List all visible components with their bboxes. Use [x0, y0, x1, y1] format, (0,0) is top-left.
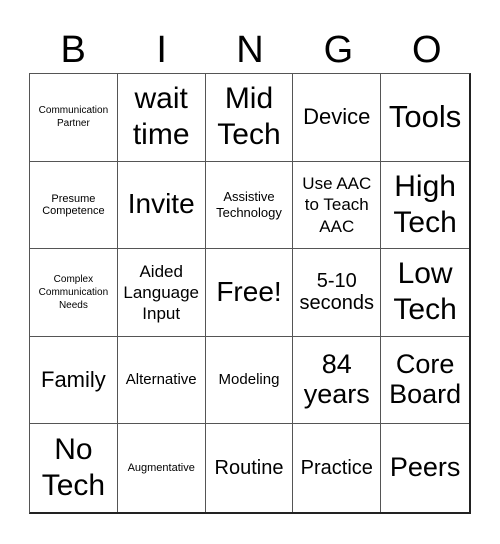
bingo-cell[interactable]: Complex Communication Needs: [30, 249, 118, 337]
bingo-cell[interactable]: Family: [30, 336, 118, 425]
bingo-cell[interactable]: 84 years: [293, 336, 382, 425]
bingo-cell[interactable]: Modeling: [205, 336, 294, 425]
bingo-cell[interactable]: Routine: [206, 424, 294, 512]
header-letter-n: N: [236, 29, 264, 71]
bingo-cell[interactable]: Communication Partner: [30, 74, 118, 162]
bingo-cell[interactable]: Practice: [293, 424, 382, 512]
bingo-cell[interactable]: wait time: [117, 74, 206, 162]
bingo-cell[interactable]: Use AAC to Teach AAC: [293, 161, 382, 250]
bingo-grid: Communication Partner wait time Mid Tech…: [29, 73, 471, 514]
header-letter-g: G: [323, 29, 354, 71]
bingo-cell[interactable]: Mid Tech: [205, 74, 294, 162]
bingo-cell[interactable]: Core Board: [381, 337, 469, 425]
free-space-cell[interactable]: Free!: [205, 249, 294, 337]
bingo-cell[interactable]: Peers: [381, 424, 469, 512]
bingo-cell[interactable]: Device: [293, 74, 382, 162]
header-letter-b: B: [60, 29, 86, 71]
bingo-cell[interactable]: Low Tech: [381, 249, 469, 337]
bingo-cell[interactable]: High Tech: [381, 162, 469, 250]
bingo-cell[interactable]: 5-10 seconds: [293, 249, 382, 337]
bingo-cell[interactable]: Alternative: [117, 336, 206, 425]
bingo-cell[interactable]: Tools: [381, 74, 469, 162]
bingo-header: B I N G O: [29, 28, 471, 72]
header-letter-i: I: [156, 29, 167, 71]
bingo-cell[interactable]: No Tech: [30, 424, 118, 512]
bingo-cell[interactable]: Augmentative: [118, 424, 206, 512]
bingo-cell[interactable]: Invite: [117, 161, 206, 250]
bingo-cell[interactable]: Assistive Technology: [205, 161, 294, 250]
header-letter-o: O: [412, 29, 442, 71]
bingo-cell[interactable]: Presume Competence: [30, 161, 118, 250]
bingo-cell[interactable]: Aided Language Input: [117, 249, 206, 337]
